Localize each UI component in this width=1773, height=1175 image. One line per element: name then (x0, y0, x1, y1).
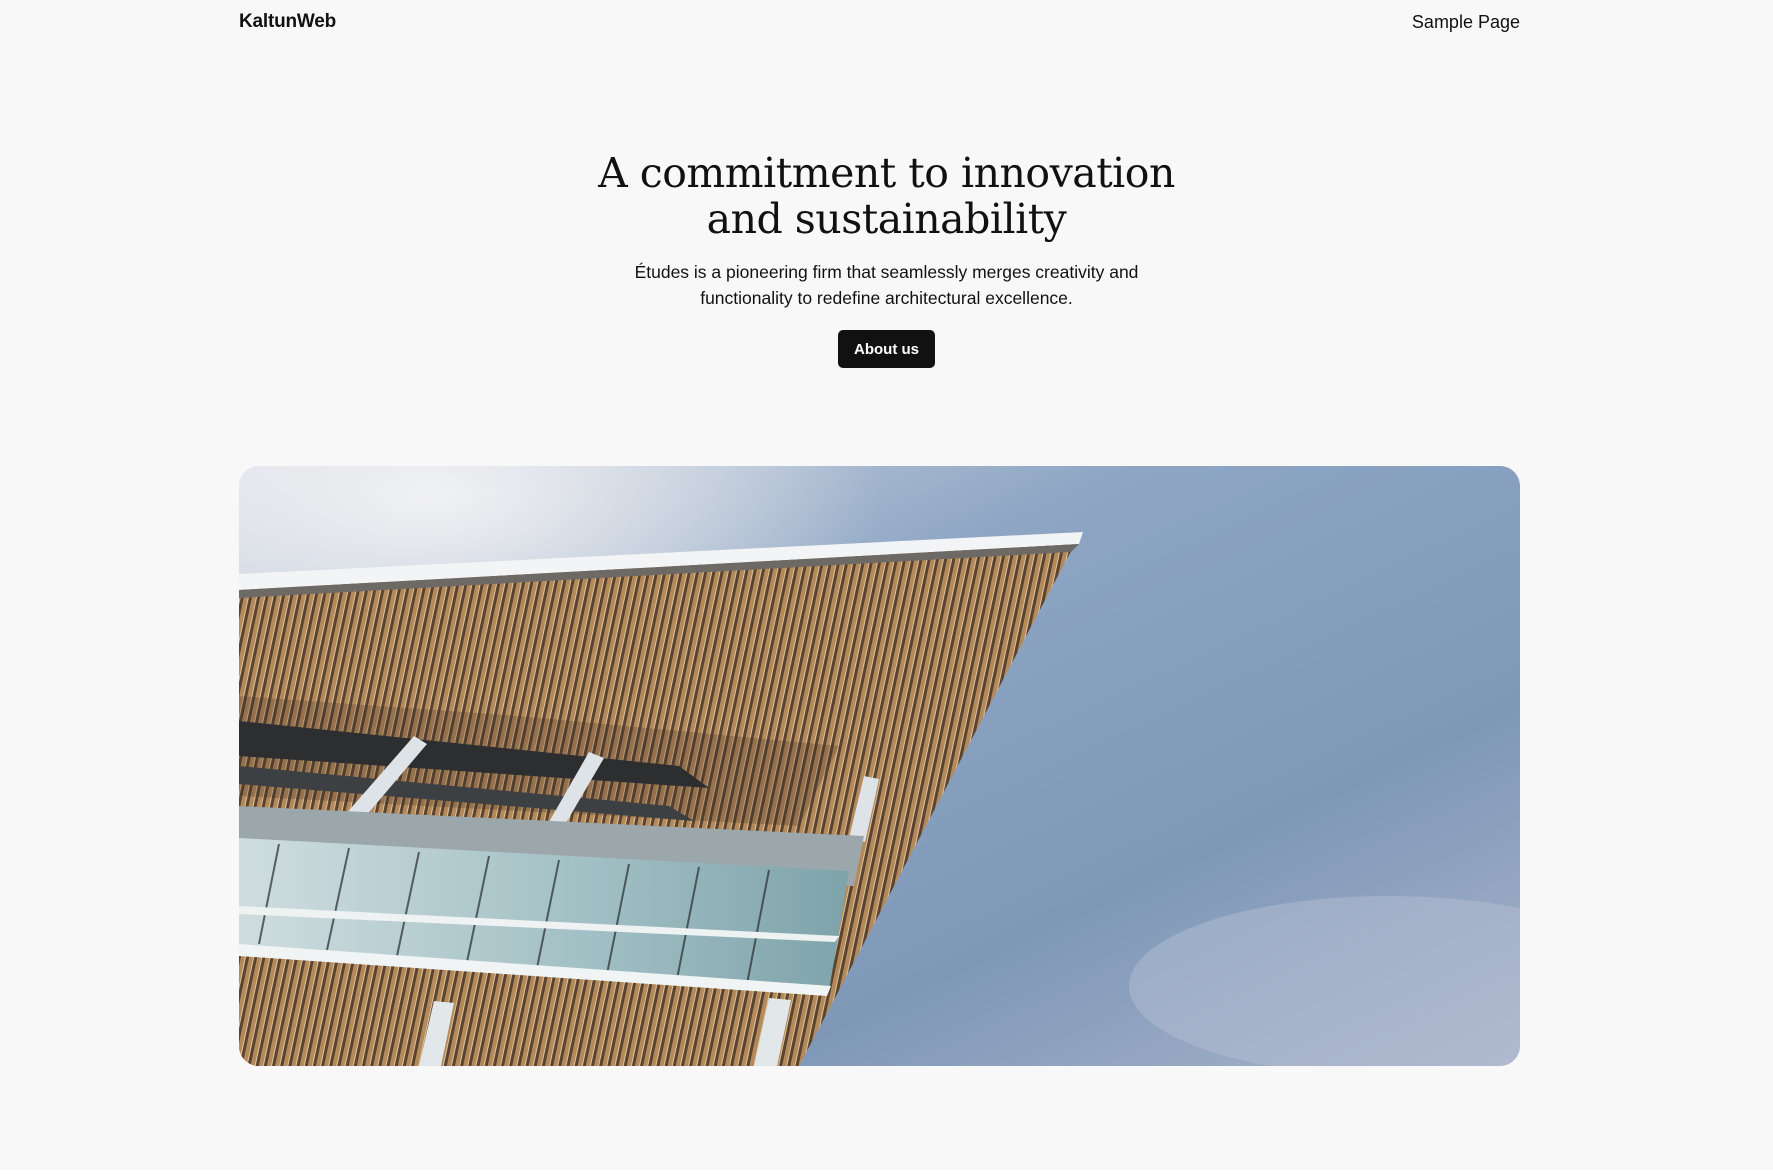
hero-description: Études is a pioneering firm that seamles… (634, 262, 1139, 308)
photo-illustration (239, 466, 1520, 1066)
hero-section: A commitment to innovation and sustainab… (0, 150, 1773, 368)
building-roof-sky-photo (239, 466, 1520, 1066)
site-title-link[interactable]: KaltunWeb (239, 11, 336, 33)
nav-link-sample-page[interactable]: Sample Page (1412, 12, 1520, 33)
hero-title: A commitment to innovation and sustainab… (598, 149, 1175, 243)
about-us-button[interactable]: About us (838, 330, 935, 368)
page-background: KaltunWeb Sample Page A commitment to in… (0, 0, 1773, 1170)
site-header: KaltunWeb Sample Page (239, 0, 1520, 46)
